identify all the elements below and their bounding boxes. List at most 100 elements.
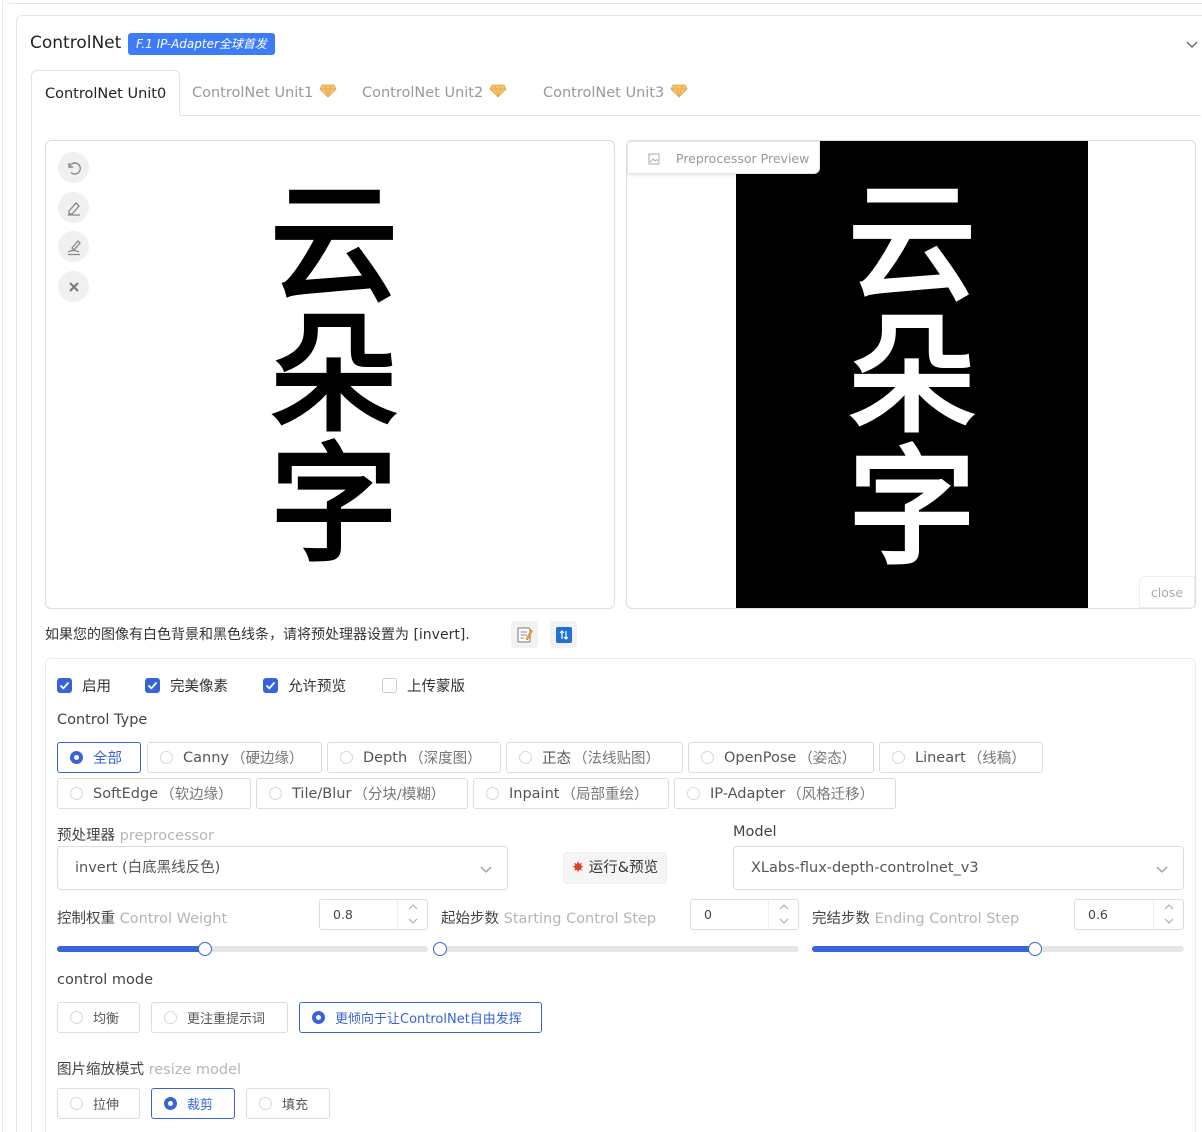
label-en: preprocessor: [119, 828, 214, 844]
number-spinner[interactable]: [1153, 900, 1183, 929]
tab-unit3[interactable]: ControlNet Unit3: [543, 70, 688, 116]
run-preview-label: 运行&预览: [588, 860, 659, 876]
tab-label: ControlNet Unit3: [543, 85, 665, 101]
radio-icon: [312, 1011, 325, 1024]
radio-label: Lineart: [915, 749, 966, 766]
radio-icon: [892, 751, 905, 764]
checkbox-checked-icon: [145, 677, 160, 693]
resize-mode-stretch[interactable]: 拉伸: [57, 1088, 140, 1119]
tab-label: ControlNet Unit0: [45, 86, 167, 102]
control-weight-slider[interactable]: [57, 942, 428, 956]
control-mode-controlnet[interactable]: 更倾向于让ControlNet自由发挥: [299, 1002, 542, 1033]
tab-unit0[interactable]: ControlNet Unit0: [31, 70, 181, 116]
radio-icon: [269, 787, 282, 800]
radio-icon: [340, 751, 353, 764]
number-spinner[interactable]: [397, 900, 427, 929]
preprocessor-select[interactable]: invert (白底黑线反色): [57, 846, 508, 890]
brush-button[interactable]: [58, 231, 89, 262]
radio-sublabel: （深度图）: [409, 751, 482, 767]
chevron-up-icon[interactable]: [1163, 902, 1175, 912]
radio-icon: [687, 787, 700, 800]
control-mode-balanced[interactable]: 均衡: [57, 1002, 140, 1033]
collapse-chevron-icon[interactable]: [1184, 36, 1200, 52]
chevron-down-icon[interactable]: [407, 916, 419, 926]
label-en: resize model: [148, 1062, 242, 1078]
input-image-canvas[interactable]: 云 朵 字: [45, 140, 615, 609]
send-dimensions-button[interactable]: [511, 621, 538, 648]
control-type-lineart[interactable]: Lineart （线稿）: [879, 742, 1043, 773]
checkbox-label: 完美像素: [170, 678, 228, 695]
eraser-button[interactable]: [58, 192, 89, 223]
panel-title[interactable]: ControlNet: [30, 33, 121, 53]
radio-sublabel: （局部重绘）: [561, 787, 649, 803]
chevron-down-icon[interactable]: [1163, 916, 1175, 926]
upload-mask-checkbox[interactable]: 上传蒙版: [382, 676, 465, 695]
radio-label: SoftEdge: [93, 785, 159, 802]
pixel-perfect-checkbox[interactable]: 完美像素: [145, 676, 228, 695]
glyph: 字: [270, 431, 399, 580]
gem-icon: [670, 84, 688, 98]
control-weight-label: 控制权重 Control Weight: [57, 907, 227, 928]
number-spinner[interactable]: [768, 900, 798, 929]
control-type-softedge[interactable]: SoftEdge （软边缘）: [57, 778, 251, 809]
radio-label: 更注重提示词: [187, 1012, 266, 1027]
preview-label: Preprocessor Preview: [627, 141, 820, 174]
checkbox-checked-icon: [263, 677, 278, 693]
control-type-ip-adapter[interactable]: IP-Adapter （风格迁移）: [674, 778, 896, 809]
radio-label: 均衡: [93, 1012, 120, 1027]
chevron-down-icon: [1156, 866, 1168, 873]
preview-label-text: Preprocessor Preview: [676, 151, 810, 166]
enable-checkbox[interactable]: 启用: [57, 676, 111, 695]
run-preview-button[interactable]: ✸ 运行&预览: [563, 852, 668, 884]
resize-mode-fill[interactable]: 填充: [246, 1088, 330, 1119]
explosion-icon: ✸: [572, 860, 585, 876]
control-type-normal[interactable]: 正态 （法线贴图）: [506, 742, 683, 773]
label-en: Control Weight: [119, 911, 228, 927]
control-mode-prompt[interactable]: 更注重提示词: [151, 1002, 288, 1033]
ending-step-label: 完结步数 Ending Control Step: [812, 907, 1019, 928]
radio-label: OpenPose: [724, 749, 797, 766]
radio-label: 全部: [93, 751, 122, 767]
clear-button[interactable]: [58, 271, 89, 302]
tab-unit2[interactable]: ControlNet Unit2: [362, 70, 507, 116]
chevron-up-icon[interactable]: [407, 902, 419, 912]
invert-hint: 如果您的图像有白色背景和黑色线条，请将预处理器设置为 [invert].: [45, 627, 470, 643]
slider-thumb[interactable]: [433, 942, 447, 956]
radio-icon: [701, 751, 714, 764]
radio-label: 裁剪: [187, 1098, 214, 1113]
control-type-tile[interactable]: Tile/Blur （分块/模糊）: [256, 778, 468, 809]
chevron-down-icon[interactable]: [778, 916, 790, 926]
image-icon: [648, 153, 660, 165]
control-type-depth[interactable]: Depth （深度图）: [327, 742, 501, 773]
starting-step-slider[interactable]: [433, 942, 799, 956]
starting-step-input[interactable]: 0: [690, 899, 799, 930]
chevron-up-icon[interactable]: [778, 902, 790, 912]
glyph: 朵: [270, 301, 399, 450]
radio-sublabel: （分块/模糊）: [353, 787, 446, 803]
close-preview-button[interactable]: close: [1139, 576, 1195, 608]
ending-step-slider[interactable]: [812, 942, 1184, 956]
control-type-all[interactable]: 全部: [57, 742, 141, 773]
preview-image-text: 云 朵 字: [848, 179, 976, 575]
tab-unit1[interactable]: ControlNet Unit1: [192, 70, 337, 116]
allow-preview-checkbox[interactable]: 允许预览: [263, 676, 346, 695]
ending-step-input[interactable]: 0.6: [1074, 899, 1184, 930]
gem-icon: [319, 84, 337, 98]
undo-button[interactable]: [58, 152, 89, 183]
input-image-text: 云 朵 字: [270, 181, 398, 571]
radio-label: 拉伸: [93, 1098, 120, 1113]
control-type-openpose[interactable]: OpenPose （姿态）: [688, 742, 874, 773]
swap-button[interactable]: [550, 621, 577, 648]
radio-label: 更倾向于让ControlNet自由发挥: [335, 1012, 522, 1027]
control-type-inpaint[interactable]: Inpaint （局部重绘）: [473, 778, 669, 809]
resize-mode-crop[interactable]: 裁剪: [151, 1088, 235, 1119]
control-type-canny[interactable]: Canny （硬边缘）: [147, 742, 322, 773]
checkbox-checked-icon: [57, 677, 72, 693]
radio-icon: [70, 1097, 83, 1110]
undo-icon: [67, 161, 81, 175]
label-cn: 起始步数: [441, 911, 499, 927]
control-weight-input[interactable]: 0.8: [319, 899, 428, 930]
control-type-label: Control Type: [57, 712, 148, 728]
model-select[interactable]: XLabs-flux-depth-controlnet_v3: [733, 846, 1184, 890]
glyph: 字: [848, 434, 977, 583]
